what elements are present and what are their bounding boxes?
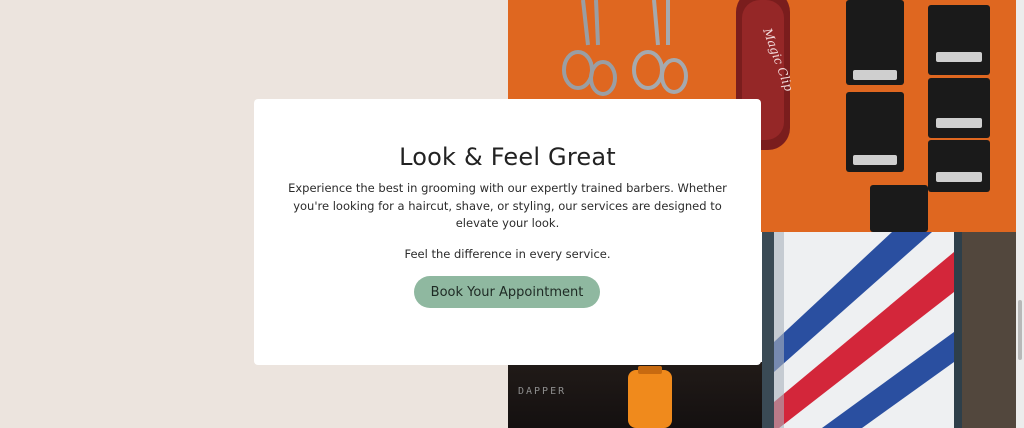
hero-description: Experience the best in grooming with our… xyxy=(288,181,727,230)
scrollbar-thumb[interactable] xyxy=(1018,300,1022,360)
book-appointment-button[interactable]: Book Your Appointment xyxy=(414,276,600,308)
hero-card: Look & Feel Great Experience the best in… xyxy=(254,99,761,365)
hero-tagline: Feel the difference in every service. xyxy=(404,247,611,261)
svg-text:DAPPER: DAPPER xyxy=(518,386,566,397)
scrollbar[interactable] xyxy=(1016,0,1024,428)
hero-title: Look & Feel Great xyxy=(399,143,616,171)
barber-pole-photo xyxy=(762,232,1016,428)
